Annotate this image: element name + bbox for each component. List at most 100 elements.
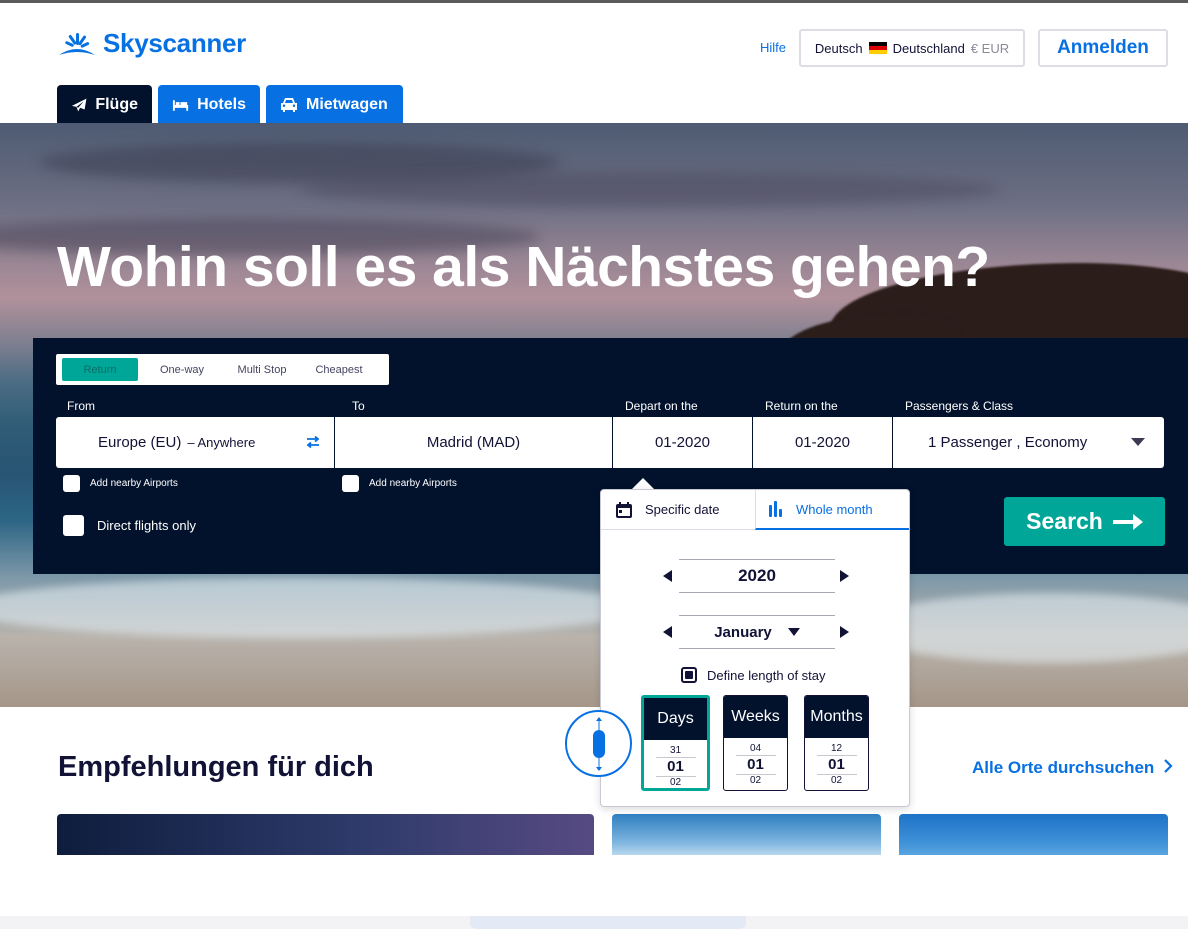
unit-label: Months <box>805 696 868 738</box>
chevron-down-icon <box>1131 438 1145 446</box>
next-year-icon[interactable] <box>840 570 849 582</box>
depart-label: Depart on the <box>625 399 698 413</box>
search-button[interactable]: Search <box>1004 497 1165 546</box>
stay-unit-days[interactable]: Days 31 01 02 <box>641 695 710 791</box>
return-date-field[interactable]: 01-2020 <box>753 417 892 468</box>
bed-icon <box>172 100 189 111</box>
nearby-from-label: Add nearby Airports <box>90 478 178 489</box>
arrow-right-icon <box>1112 513 1143 530</box>
from-label: From <box>67 399 95 413</box>
hero-headline: Wohin soll es als Nächstes gehen? <box>57 235 990 299</box>
month-stepper: January <box>663 615 849 649</box>
unit-next-value: 02 <box>669 777 682 788</box>
language-label: Deutsch <box>814 40 863 56</box>
unit-label: Weeks <box>724 696 787 738</box>
return-value: 01-2020 <box>794 434 851 451</box>
to-value: Madrid (MAD) <box>426 434 521 451</box>
tab-specific-date-label: Specific date <box>645 502 720 517</box>
tab-hotels[interactable]: Hotels <box>158 85 260 125</box>
recommendation-card[interactable] <box>57 814 594 855</box>
checkbox-box <box>681 667 697 683</box>
unit-current-value: 01 <box>667 758 684 775</box>
login-button[interactable]: Anmelden <box>1038 29 1168 67</box>
tab-whole-month-label: Whole month <box>796 501 873 517</box>
passengers-label: Passengers & Class <box>905 399 1014 413</box>
car-icon <box>281 98 297 112</box>
checkbox-box <box>63 515 84 536</box>
from-field[interactable]: Europe (EU) – Anywhere <box>56 417 334 468</box>
passengers-value: 1 Passenger , Economy <box>928 434 1088 451</box>
unit-current-value: 01 <box>747 756 764 773</box>
direct-flights-label: Direct flights only <box>97 518 196 533</box>
trip-type-return[interactable]: Return <box>62 358 138 381</box>
unit-scroller[interactable]: 12 01 02 <box>805 738 868 787</box>
recommendation-card[interactable] <box>899 814 1168 855</box>
previous-year-icon[interactable] <box>663 570 672 582</box>
to-label: To <box>352 399 365 413</box>
unit-next-value: 02 <box>830 775 843 786</box>
passengers-class-field[interactable]: 1 Passenger , Economy <box>893 417 1164 468</box>
bottom-handle[interactable] <box>470 916 746 929</box>
tab-flights[interactable]: Flüge <box>57 85 152 125</box>
direct-flights-checkbox[interactable]: Direct flights only <box>63 515 196 536</box>
browse-all-label: Alle Orte durchsuchen <box>972 758 1155 777</box>
month-value: January <box>714 623 772 641</box>
scroll-knob[interactable] <box>565 710 632 777</box>
locale-selector-button[interactable]: Deutsch Deutschland € EUR <box>799 29 1025 67</box>
unit-prev-value: 12 <box>830 743 843 754</box>
tab-label: Hotels <box>197 96 246 113</box>
unit-next-value: 02 <box>749 775 762 786</box>
search-button-label: Search <box>1026 508 1103 534</box>
month-select[interactable]: January <box>679 615 835 649</box>
from-suffix: – Anywhere <box>187 435 256 450</box>
trip-type-multi-stop[interactable]: Multi Stop <box>226 358 298 381</box>
trip-type-one-way[interactable]: One-way <box>138 358 226 381</box>
unit-label: Days <box>644 698 707 740</box>
next-month-icon[interactable] <box>840 626 849 638</box>
trip-type-cheapest[interactable]: Cheapest <box>298 358 380 381</box>
unit-current-value: 01 <box>828 756 845 773</box>
sunrise-logo-icon <box>59 32 95 55</box>
stay-unit-months[interactable]: Months 12 01 02 <box>804 695 869 791</box>
define-stay-label: Define length of stay <box>707 667 826 683</box>
date-picker-popover: Specific date Whole month 2020 January D… <box>600 489 910 807</box>
year-value: 2020 <box>679 559 835 593</box>
checkbox-box <box>342 475 359 492</box>
tab-car-hire[interactable]: Mietwagen <box>266 85 403 125</box>
checkbox-box <box>63 475 80 492</box>
previous-month-icon[interactable] <box>663 626 672 638</box>
depart-date-field[interactable]: 01-2020 <box>613 417 752 468</box>
date-mode-tabs: Specific date Whole month <box>601 490 909 530</box>
currency-label: € EUR <box>970 40 1010 56</box>
germany-flag-icon <box>868 42 887 54</box>
from-value: Europe (EU) <box>98 434 182 451</box>
bar-chart-icon <box>769 501 782 517</box>
plane-icon <box>71 98 87 112</box>
to-field[interactable]: Madrid (MAD) <box>335 417 612 468</box>
nearby-to-label: Add nearby Airports <box>369 478 457 489</box>
nearby-to-checkbox[interactable]: Add nearby Airports <box>342 475 457 492</box>
brand-name: Skyscanner <box>103 28 246 58</box>
depart-value: 01-2020 <box>654 434 711 451</box>
unit-scroller[interactable]: 04 01 02 <box>724 738 787 787</box>
trip-type-selector: Return One-way Multi Stop Cheapest <box>56 354 389 385</box>
chevron-down-icon <box>787 628 800 636</box>
return-label: Return on the <box>765 399 838 413</box>
skyscanner-logo[interactable]: Skyscanner <box>57 28 246 59</box>
recommendations-title: Empfehlungen für dich <box>58 751 374 783</box>
unit-scroller[interactable]: 31 01 02 <box>644 740 707 788</box>
swap-icon[interactable] <box>306 436 320 448</box>
tab-specific-date[interactable]: Specific date <box>601 490 755 530</box>
tab-whole-month[interactable]: Whole month <box>755 490 909 530</box>
recommendation-card[interactable] <box>612 814 881 855</box>
browse-all-link[interactable]: Alle Orte durchsuchen <box>972 758 1173 778</box>
unit-prev-value: 31 <box>669 745 682 756</box>
define-stay-checkbox[interactable]: Define length of stay <box>681 667 826 683</box>
vertical-scroll-icon <box>592 716 605 771</box>
chevron-right-icon <box>1164 759 1173 773</box>
help-link[interactable]: Hilfe <box>760 40 786 55</box>
country-label: Deutschland <box>892 40 965 56</box>
tab-label: Flüge <box>95 96 138 113</box>
nearby-from-checkbox[interactable]: Add nearby Airports <box>63 475 178 492</box>
stay-unit-weeks[interactable]: Weeks 04 01 02 <box>723 695 788 791</box>
